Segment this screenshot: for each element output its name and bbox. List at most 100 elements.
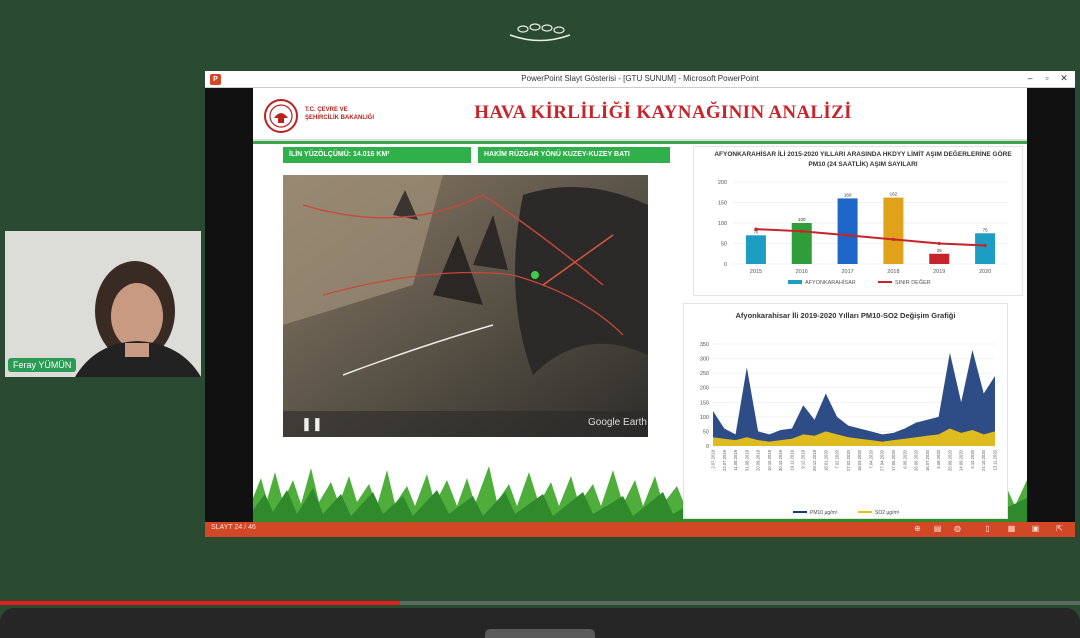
slideshow-statusbar: SLAYT 24 / 46 ⊕ ▤ ◍ ▯ ▦ ▣ ⇱ <box>205 522 1075 537</box>
participant-name: Feray YÜMÜN <box>8 358 77 372</box>
slide-counter: SLAYT 24 / 46 <box>211 524 256 531</box>
y-tick-label: 50 <box>703 429 709 435</box>
window-title: PowerPoint Slayt Gösterisi - [GTU SUNUM]… <box>521 74 759 83</box>
x-tick-label: 17.05.2020 <box>891 449 896 471</box>
x-tick-label: 24.10.2020 <box>981 449 986 471</box>
bar <box>837 198 858 264</box>
pm10-so2-chart: 0 50 100 150 200 250 300 350 2.07.2019 22.07.2019… <box>700 342 998 516</box>
chart1-title: AFYONKARAHİSAR İLİ 2015-2020 YILLARI ARA… <box>714 151 1012 168</box>
normal-view-icon[interactable]: ▤ <box>933 524 942 534</box>
decorative-ornament <box>509 23 571 42</box>
bar-value-label: 75 <box>983 227 989 232</box>
header-accent-line <box>253 141 1027 144</box>
sorter-view-icon[interactable]: ▦ <box>1007 524 1016 534</box>
x-tick-label: 2019 <box>933 269 945 275</box>
y-tick-label: 150 <box>718 201 727 207</box>
limit-point <box>891 237 896 241</box>
limit-point <box>800 229 804 233</box>
legend-swatch-city <box>788 280 802 284</box>
x-tick-label: 27.04.2020 <box>880 449 885 471</box>
x-tick-label: 2.07.2019 <box>711 449 716 468</box>
ministry-logo <box>264 99 298 133</box>
bar <box>883 197 904 264</box>
pm10-exceedance-chart: 0501001502007020151002016160201716220182… <box>718 180 1008 286</box>
x-tick-label: 9.12.2019 <box>801 449 806 468</box>
x-tick-label: 16.07.2020 <box>925 449 930 471</box>
limit-line <box>755 228 986 247</box>
area-badge: İLİN YÜZÖLÇÜMÜ: 14.016 KM² <box>283 147 471 163</box>
notes-icon[interactable]: ⊕ <box>913 524 922 534</box>
y-tick-label: 50 <box>721 242 727 248</box>
x-tick-label: 14.09.2020 <box>959 449 964 471</box>
bar-value-label: 100 <box>798 217 806 222</box>
home-indicator[interactable] <box>485 629 595 638</box>
fullscreen-icon[interactable]: ⇱ <box>1055 524 1064 534</box>
participant-video <box>5 231 201 377</box>
x-tick-label: 2015 <box>750 269 762 275</box>
y-tick-label: 150 <box>700 400 709 406</box>
x-tick-label: 19.11.2019 <box>789 449 794 470</box>
x-tick-label: 2018 <box>887 269 899 275</box>
close-button[interactable]: ✕ <box>1057 73 1071 84</box>
y-tick-label: 0 <box>724 262 727 268</box>
x-tick-label: 22.07.2019 <box>722 449 727 471</box>
x-tick-label: 30.10.2019 <box>778 449 783 471</box>
legend-label-so2: SO2 µg/m³ <box>875 510 900 516</box>
bar <box>791 223 812 264</box>
y-tick-label: 250 <box>700 371 709 377</box>
ministry-name-line1: T.C. ÇEVRE VE <box>305 107 348 113</box>
x-tick-label: 2016 <box>796 269 808 275</box>
video-progress-fill <box>0 601 400 605</box>
chart2-title: Afyonkarahisar İli 2019-2020 Yılları PM1… <box>735 311 956 320</box>
pause-icon[interactable]: ❚❚ <box>301 416 323 432</box>
x-tick-label: 2017 <box>841 269 853 275</box>
webcam-tile[interactable] <box>5 231 201 377</box>
y-tick-label: 300 <box>700 357 709 363</box>
x-tick-label: 11.08.2019 <box>733 449 738 470</box>
limit-point <box>983 243 987 248</box>
powerpoint-window: P PowerPoint Slayt Gösterisi - [GTU SUNU… <box>205 71 1075 537</box>
video-stage: Feray YÜMÜN P PowerPoint Slayt Gösterisi… <box>0 0 1080 638</box>
terrain-image <box>283 175 648 437</box>
x-tick-label: 25.08.2020 <box>947 449 952 471</box>
x-tick-label: 18.03.2020 <box>857 449 862 471</box>
zoom-icon[interactable]: ◍ <box>953 524 962 534</box>
y-tick-label: 0 <box>706 444 709 450</box>
window-titlebar: P PowerPoint Slayt Gösterisi - [GTU SUNU… <box>205 71 1075 88</box>
ministry-name-line2: ŞEHİRCİLİK BAKANLIĞI <box>305 115 374 121</box>
slideshow-view-icon[interactable]: ▣ <box>1031 524 1040 534</box>
x-tick-label: 5.08.2020 <box>936 449 941 468</box>
legend-label-limit: SINIR DEĞER <box>895 279 931 286</box>
x-tick-label: 13.11.2020 <box>993 449 998 470</box>
google-earth-video[interactable]: ❚❚ Google Earth <box>283 175 648 437</box>
limit-point <box>754 227 758 231</box>
bar-value-label: 160 <box>844 192 852 197</box>
x-tick-label: 2020 <box>979 269 991 275</box>
x-tick-label: 4.10.2020 <box>970 449 975 468</box>
x-tick-label: 20.09.2019 <box>756 449 761 471</box>
legend-label-city: AFYONKARAHİSAR <box>805 279 856 286</box>
limit-point <box>845 233 850 237</box>
bar <box>975 233 996 264</box>
maximize-button[interactable]: ▫ <box>1040 73 1054 83</box>
y-tick-label: 100 <box>700 415 709 421</box>
x-tick-label: 7.02.2020 <box>835 449 840 468</box>
x-tick-label: 7.04.2020 <box>868 449 873 468</box>
limit-point <box>937 241 941 246</box>
reading-view-icon[interactable]: ▯ <box>983 524 992 534</box>
minimize-button[interactable]: – <box>1023 73 1037 83</box>
y-tick-label: 100 <box>718 221 727 227</box>
bar-value-label: 25 <box>937 248 943 253</box>
x-tick-label: 18.01.2020 <box>823 449 828 471</box>
bar-value-label: 162 <box>890 192 898 197</box>
ministry-name: T.C. ÇEVRE VE ŞEHİRCİLİK BAKANLIĞI <box>305 106 395 122</box>
legend-label-pm10: PM10 µg/m³ <box>810 510 838 516</box>
map-watermark: Google Earth <box>588 417 647 428</box>
y-tick-label: 350 <box>700 342 709 348</box>
x-tick-label: 10.10.2019 <box>767 449 772 471</box>
x-tick-label: 27.02.2020 <box>846 449 851 471</box>
x-tick-label: 29.12.2019 <box>812 449 817 471</box>
y-tick-label: 200 <box>700 386 709 392</box>
x-tick-label: 6.06.2020 <box>902 449 907 468</box>
x-tick-label: 31.08.2019 <box>744 449 749 471</box>
